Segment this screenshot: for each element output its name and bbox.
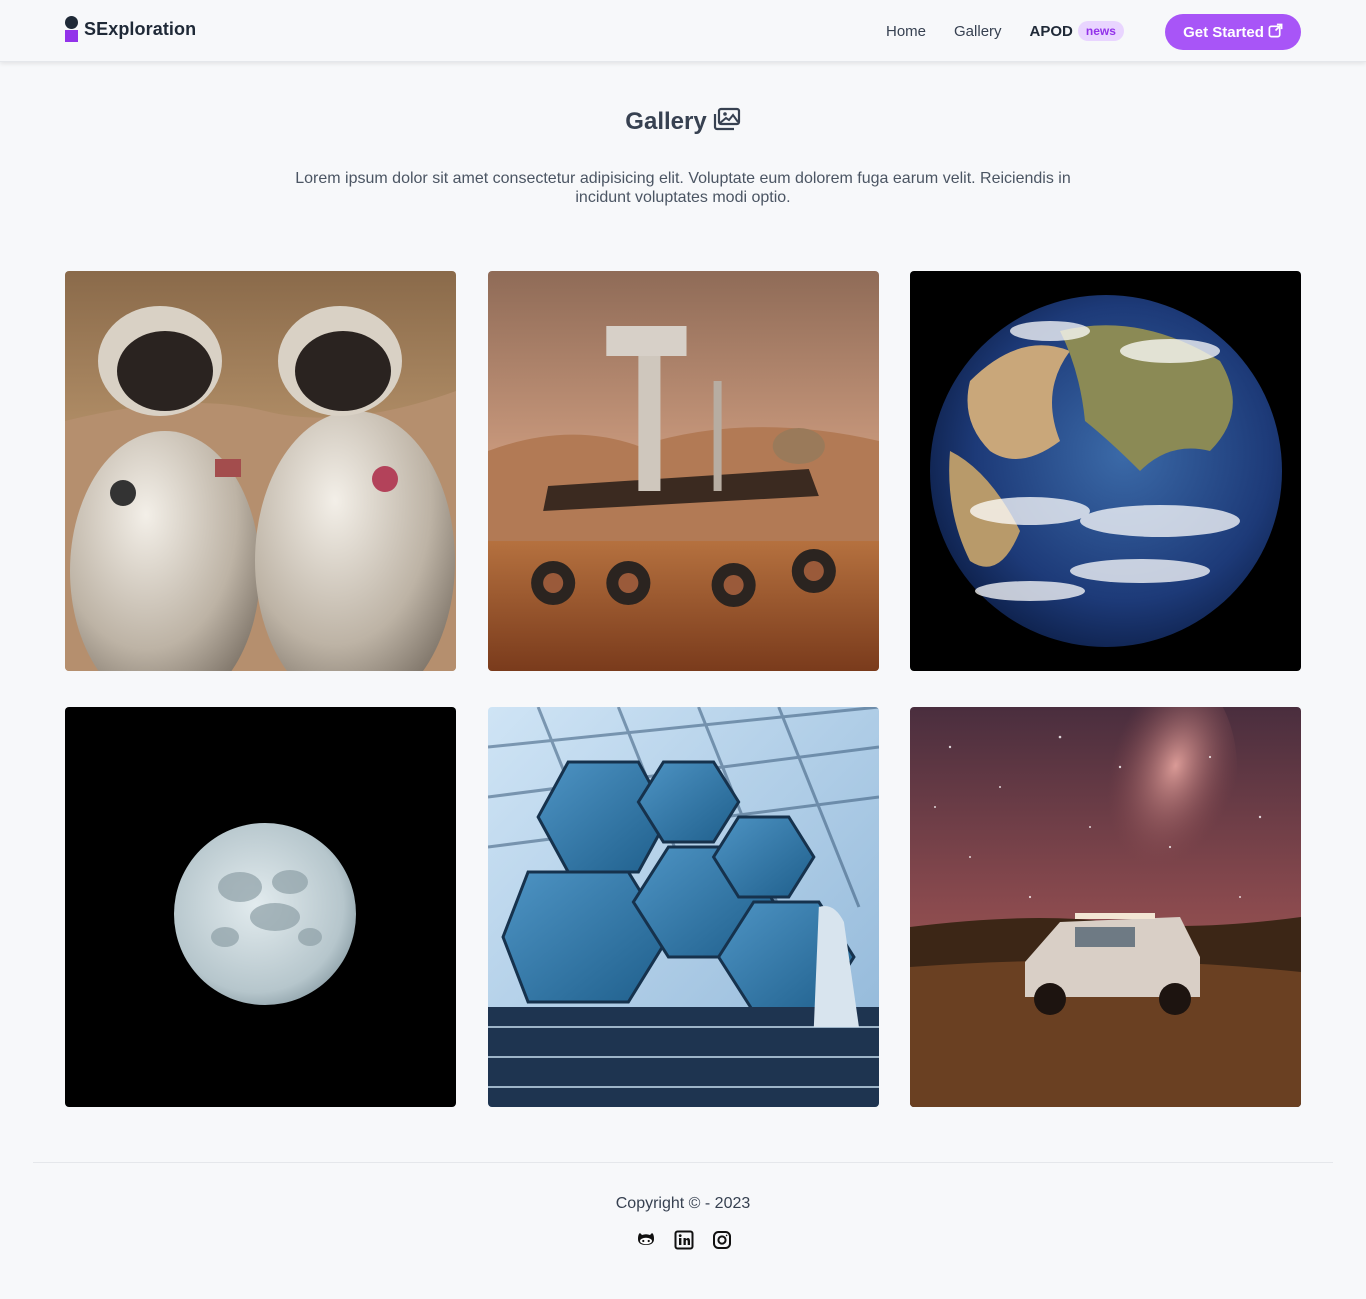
brand-logo[interactable]: SExploration [65, 16, 196, 42]
nav-gallery-link[interactable]: Gallery [954, 23, 1002, 40]
nav-home-link[interactable]: Home [886, 23, 926, 40]
get-started-button[interactable]: Get Started [1165, 14, 1301, 50]
logo-icon [65, 16, 78, 42]
nav-apod-link[interactable]: APOD news [1030, 21, 1124, 41]
gallery-image-milky-way-car[interactable] [910, 707, 1301, 1107]
page-title: Gallery [0, 106, 1366, 138]
copyright-text: Copyright © - 2023 [615, 1195, 751, 1212]
nav-links: Home Gallery APOD news [886, 20, 1124, 42]
navbar: SExploration Home Gallery APOD news Get … [0, 0, 1366, 62]
news-badge: news [1077, 21, 1124, 41]
get-started-label: Get Started [1183, 23, 1264, 41]
linkedin-icon[interactable] [674, 1230, 694, 1250]
gallery-image-mars-rover[interactable] [488, 271, 879, 671]
gallery-description: Lorem ipsum dolor sit amet consectetur a… [295, 170, 1071, 206]
external-link-icon [1268, 23, 1283, 42]
gallery-image-moon[interactable] [65, 707, 456, 1107]
social-links [636, 1230, 732, 1250]
apod-label: APOD [1029, 22, 1073, 40]
gallery-image-earth[interactable] [910, 271, 1301, 671]
brand-name: SExploration [84, 18, 197, 39]
instagram-icon[interactable] [712, 1230, 732, 1250]
images-icon [713, 107, 741, 138]
github-icon[interactable] [636, 1230, 656, 1250]
gallery-image-astronauts[interactable] [65, 271, 456, 671]
gallery-image-telescope[interactable] [488, 707, 879, 1107]
page-title-text: Gallery [625, 108, 707, 135]
footer-divider [33, 1162, 1333, 1163]
